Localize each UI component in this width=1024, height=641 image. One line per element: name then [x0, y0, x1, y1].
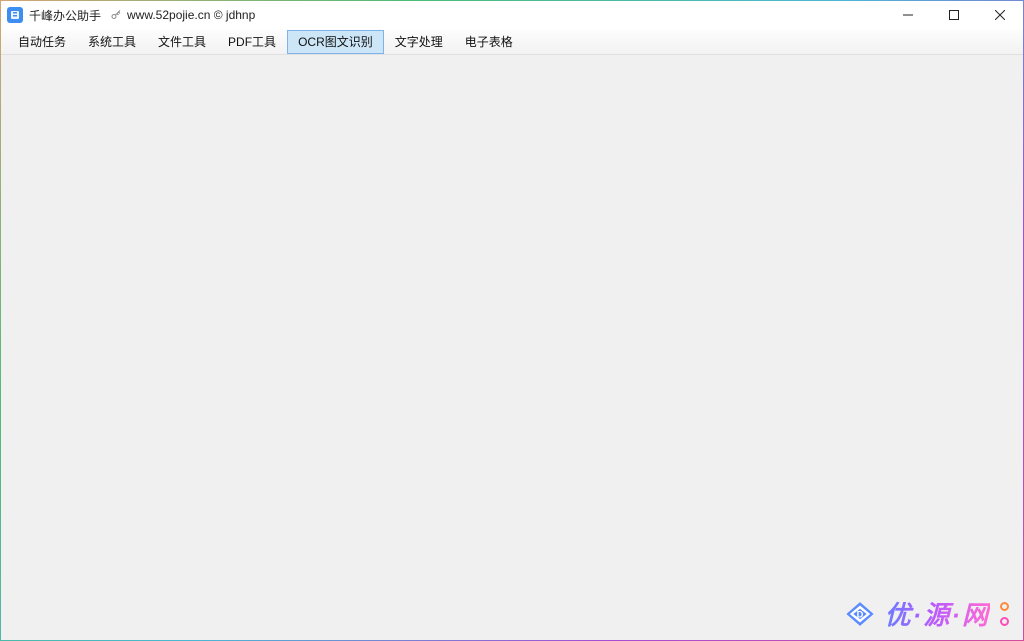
watermark-logo-icon: D — [843, 597, 877, 631]
watermark: D 优·源·网 — [843, 595, 1009, 632]
menu-system-tools[interactable]: 系统工具 — [77, 30, 147, 54]
window-controls — [885, 1, 1023, 29]
close-button[interactable] — [977, 1, 1023, 29]
app-title: 千峰办公助手 — [29, 7, 101, 24]
menu-text-processing[interactable]: 文字处理 — [384, 30, 454, 54]
content-area: D 优·源·网 — [1, 55, 1023, 640]
menubar: 自动任务 系统工具 文件工具 PDF工具 OCR图文识别 文字处理 电子表格 — [1, 29, 1023, 55]
maximize-button[interactable] — [931, 1, 977, 29]
menu-file-tools[interactable]: 文件工具 — [147, 30, 217, 54]
watermark-text: 优·源·网 — [885, 595, 990, 632]
watermark-dots-icon — [1000, 602, 1009, 626]
app-window: 千峰办公助手 www.52pojie.cn © jdhnp 自动任务 系统工具 … — [0, 0, 1024, 641]
minimize-button[interactable] — [885, 1, 931, 29]
menu-spreadsheet[interactable]: 电子表格 — [454, 30, 524, 54]
menu-auto-tasks[interactable]: 自动任务 — [7, 30, 77, 54]
titlebar: 千峰办公助手 www.52pojie.cn © jdhnp — [1, 1, 1023, 29]
app-subtitle: www.52pojie.cn © jdhnp — [127, 8, 255, 22]
svg-text:D: D — [856, 609, 863, 619]
menu-pdf-tools[interactable]: PDF工具 — [217, 30, 287, 54]
key-icon — [109, 8, 123, 22]
app-icon — [7, 7, 23, 23]
menu-ocr[interactable]: OCR图文识别 — [287, 30, 384, 54]
